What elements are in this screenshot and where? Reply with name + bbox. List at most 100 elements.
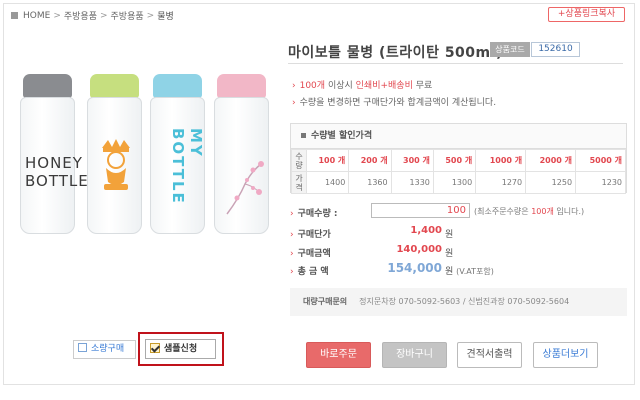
qty-cell: 5000 개 <box>575 149 626 172</box>
qty-cell: 300 개 <box>390 149 434 172</box>
arrow-icon: › <box>292 81 296 91</box>
qty-cell: 100 개 <box>305 149 350 172</box>
breadcrumb-category-2[interactable]: 주방용품 <box>111 9 144 22</box>
green-bottle-image <box>87 74 142 234</box>
calc-notice: › 수량을 변경하면 구매단가와 합계금액이 계산됩니다. <box>292 95 496 108</box>
box-icon <box>78 343 87 352</box>
qty-cell: 2000 개 <box>525 149 577 172</box>
min-order-note: (최소주문수량은 100개 입니다.) <box>474 206 584 217</box>
bottle-body: HONEY BOTTLE <box>20 97 88 234</box>
bottle-body <box>87 97 142 234</box>
notice-highlight: 인쇄비+배송비 <box>355 81 413 91</box>
bottle-print-text: HONEY BOTTLE <box>25 154 88 190</box>
notice-qty: 100개 <box>299 81 326 91</box>
total-currency: 원 (V.AT포함) <box>445 264 494 277</box>
qty-cell: 200 개 <box>348 149 392 172</box>
sample-request-button[interactable]: 샘플신청 <box>145 339 216 359</box>
free-print-notice: › 100개 이상시 인쇄비+배송비 무료 <box>292 78 432 91</box>
home-icon <box>11 12 18 19</box>
breadcrumb-category-1[interactable]: 주방용품 <box>64 9 97 22</box>
notice-mid: 이상시 <box>325 81 356 91</box>
total-value: 154,000 <box>387 261 442 275</box>
bulk-order-contacts: 정지문차장 070-5092-5603 / 신범진과장 070-5092-560… <box>359 297 570 306</box>
bottle-cap <box>217 74 266 98</box>
breadcrumb: HOME > 주방용품 > 주방용품 > 물병 <box>11 9 174 22</box>
qty-row: 수량 100 개 200 개 300 개 500 개 1000 개 2000 개… <box>291 149 626 172</box>
price-row-header: 가격 <box>291 171 307 194</box>
order-sum-row: › 구매금액 <box>290 246 338 259</box>
min-order-note-post: 입니다.) <box>553 207 585 216</box>
title-divider <box>288 63 623 64</box>
price-cell: 1250 <box>525 171 577 194</box>
breadcrumb-home[interactable]: HOME <box>23 11 50 21</box>
product-title: 마이보틀 물병 (트라이탄 500ml) <box>288 45 503 61</box>
arrow-icon: › <box>290 230 294 240</box>
qty-row-header: 수량 <box>291 149 307 172</box>
vat-note: (V.AT포함) <box>456 267 494 276</box>
buy-now-button[interactable]: 바로주문 <box>306 342 371 368</box>
print-quote-button[interactable]: 견적서출력 <box>457 342 522 368</box>
unit-price-label: 구매단가 <box>297 230 331 240</box>
discount-price-grid: 수량 100 개 200 개 300 개 500 개 1000 개 2000 개… <box>291 149 626 194</box>
calc-notice-text: 수량을 변경하면 구매단가와 합계금액이 계산됩니다. <box>299 98 497 108</box>
price-cell: 1400 <box>305 171 350 194</box>
blue-bottle-image: MY BOTTLE <box>150 74 205 234</box>
total-row: › 총 금 액 <box>290 264 338 277</box>
print-mybottle: MY BOTTLE <box>169 128 205 205</box>
king-illustration-icon <box>102 139 130 190</box>
min-order-note-pre: (최소주문수량은 <box>474 207 532 216</box>
breadcrumb-separator: > <box>53 10 61 21</box>
currency-label: 원 <box>445 267 454 277</box>
print-honey: HONEY <box>25 154 83 172</box>
checkbox-icon <box>150 342 160 353</box>
price-cell: 1330 <box>390 171 434 194</box>
arrow-icon: › <box>290 209 294 219</box>
price-cell: 1300 <box>432 171 477 194</box>
more-products-button[interactable]: 상품더보기 <box>533 342 598 368</box>
qty-cell: 1000 개 <box>475 149 527 172</box>
bottle-body <box>214 97 269 234</box>
square-bullet-icon <box>301 133 306 138</box>
quantity-discount-table: 수량별 할인가격 수량 100 개 200 개 300 개 500 개 1000… <box>290 123 627 194</box>
discount-table-title: 수량별 할인가격 <box>311 131 373 141</box>
cherry-blossom-icon <box>226 161 264 215</box>
currency-label: 원 <box>445 249 454 259</box>
price-cell: 1230 <box>575 171 626 194</box>
discount-table-header: 수량별 할인가격 <box>291 124 626 149</box>
breadcrumb-separator: > <box>146 10 155 21</box>
unit-price-value: 1,400 <box>410 225 442 236</box>
min-order-qty: 100개 <box>531 207 554 216</box>
unit-price-row: › 구매단가 <box>290 227 338 240</box>
price-cell: 1360 <box>348 171 392 194</box>
bottle-cap <box>90 74 139 98</box>
sample-request-label: 샘플신청 <box>164 344 198 354</box>
product-image: HONEY BOTTLE MY BOTTLE <box>20 70 275 240</box>
arrow-icon: › <box>292 98 296 108</box>
order-qty-label: 구매수량 : <box>297 209 338 219</box>
order-qty-input[interactable]: 100 <box>371 203 470 218</box>
bottle-body: MY BOTTLE <box>150 97 205 234</box>
copy-product-link-button[interactable]: +상품링크복사 <box>548 7 625 22</box>
arrow-icon: › <box>290 267 294 277</box>
small-buy-label: 소량구매 <box>91 344 125 354</box>
breadcrumb-separator: > <box>99 10 108 21</box>
notice-end: 무료 <box>412 81 433 91</box>
price-cell: 1270 <box>475 171 527 194</box>
total-label: 총 금 액 <box>297 267 329 277</box>
breadcrumb-current: 물병 <box>157 12 174 22</box>
bottle-cap <box>23 74 72 98</box>
bulk-order-contact: 대량구매문의 정지문차장 070-5092-5603 / 신범진과장 070-50… <box>290 288 627 316</box>
arrow-icon: › <box>290 249 294 259</box>
bulk-order-label: 대량구매문의 <box>303 297 348 306</box>
qty-cell: 500 개 <box>432 149 477 172</box>
gray-bottle-image: HONEY BOTTLE <box>20 74 88 234</box>
order-sum-label: 구매금액 <box>297 249 331 259</box>
product-code-value: 152610 <box>531 42 580 57</box>
price-row: 가격 1400 1360 1330 1300 1270 1250 1230 <box>291 171 626 194</box>
small-quantity-buy-button[interactable]: 소량구매 <box>73 340 136 359</box>
order-sum-value: 140,000 <box>396 244 442 255</box>
add-to-cart-button[interactable]: 장바구니 <box>382 342 447 368</box>
print-bottle: BOTTLE <box>25 172 89 190</box>
pink-bottle-image <box>214 74 269 234</box>
product-code-label: 상품코드 <box>490 42 530 57</box>
